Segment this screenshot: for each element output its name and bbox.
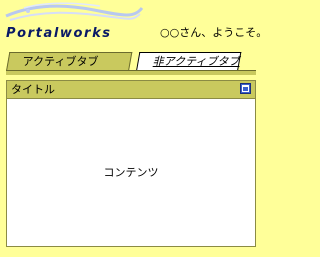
logo-text: Portalworks bbox=[6, 26, 112, 41]
portlet-header: タイトル bbox=[7, 81, 255, 99]
portlet-body: コンテンツ bbox=[7, 99, 255, 246]
tab-strip-underline bbox=[6, 70, 256, 75]
tab-active[interactable]: アクティブタブ bbox=[6, 52, 133, 71]
portlet: タイトル コンテンツ bbox=[6, 80, 256, 247]
tab-active-label: アクティブタブ bbox=[22, 55, 99, 68]
welcome-message: ○○さん、ようこそ。 bbox=[160, 26, 268, 39]
tab-inactive[interactable]: 非アクティブタブ bbox=[136, 52, 242, 71]
portlet-title: タイトル bbox=[11, 83, 55, 96]
maximize-icon[interactable] bbox=[240, 83, 251, 94]
tab-inactive-label: 非アクティブタブ bbox=[152, 55, 240, 68]
logo-swoosh-graphic bbox=[5, 2, 144, 21]
portalworks-logo: Portalworks bbox=[2, 2, 152, 41]
portlet-content: コンテンツ bbox=[103, 166, 159, 179]
